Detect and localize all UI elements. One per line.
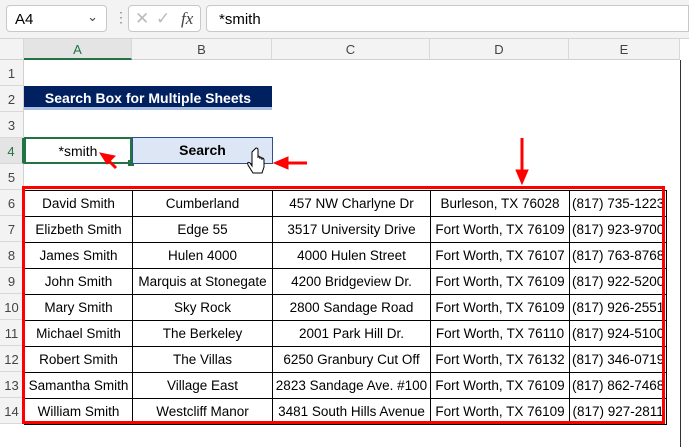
arrow-diagonal-icon <box>98 152 118 170</box>
arrow-left-icon <box>272 156 307 170</box>
annotations <box>98 138 529 186</box>
hand-cursor-icon <box>247 147 265 174</box>
arrow-down-icon <box>515 138 529 186</box>
